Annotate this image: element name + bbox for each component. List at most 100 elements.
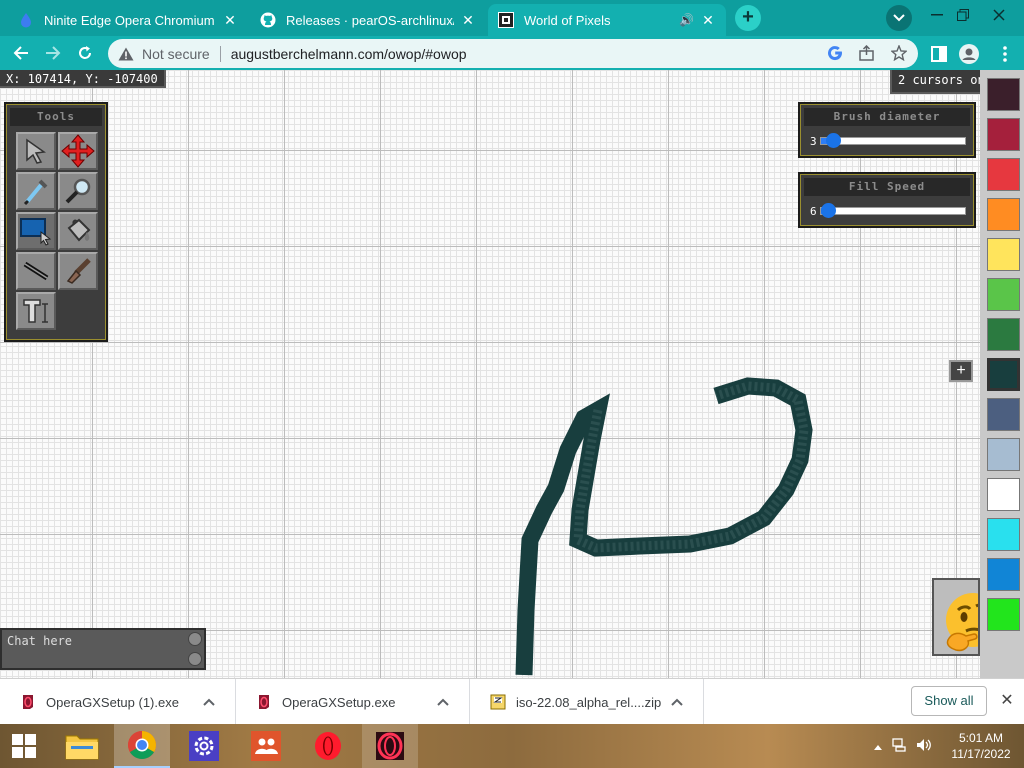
- text-tool-icon: [23, 299, 48, 323]
- close-download-bar-button[interactable]: ✕: [998, 692, 1016, 710]
- slider-knob[interactable]: [826, 133, 841, 148]
- palette-swatch[interactable]: [987, 518, 1020, 551]
- clock-date: 11/17/2022: [951, 747, 1011, 761]
- network-icon[interactable]: [892, 737, 908, 755]
- tab-world-of-pixels[interactable]: World of Pixels 🔊 ✕: [488, 4, 726, 36]
- settings-icon: [189, 731, 219, 761]
- tab-releases[interactable]: Releases · pearOS-archlinux/iso ✕: [250, 4, 486, 36]
- chat-input[interactable]: [4, 632, 184, 668]
- line-tool-icon: [23, 261, 49, 281]
- profile-button[interactable]: [958, 43, 980, 65]
- palette-swatch[interactable]: [987, 158, 1020, 191]
- speaker-icon[interactable]: 🔊: [679, 13, 694, 27]
- tab-ninite[interactable]: Ninite Edge Opera Chromium Ur ✕: [8, 4, 248, 36]
- close-icon: [993, 9, 1005, 21]
- slider-knob[interactable]: [821, 203, 836, 218]
- brush-diameter-slider[interactable]: [820, 133, 966, 148]
- bookmark-star-icon[interactable]: [890, 44, 908, 62]
- close-icon[interactable]: ✕: [222, 12, 238, 29]
- taskbar-chrome[interactable]: [114, 724, 170, 768]
- add-color-button[interactable]: +: [949, 360, 973, 382]
- taskbar-clock[interactable]: 5:01 AM 11/17/2022: [948, 730, 1014, 762]
- new-tab-button[interactable]: +: [735, 5, 761, 31]
- chevron-up-icon[interactable]: [667, 698, 687, 706]
- palette-swatch[interactable]: [987, 118, 1020, 151]
- download-item[interactable]: OperaGXSetup (1).exe: [0, 679, 236, 725]
- opera-gx-icon: [20, 694, 36, 710]
- taskbar-people[interactable]: [238, 724, 294, 768]
- back-button[interactable]: [8, 41, 34, 65]
- tools-grid: [16, 132, 100, 330]
- palette-swatch[interactable]: [987, 358, 1020, 391]
- windows-logo-icon: [12, 734, 36, 758]
- clock-time: 5:01 AM: [958, 731, 1004, 745]
- chat-toggle-button[interactable]: [188, 652, 202, 666]
- warning-icon[interactable]: [118, 46, 134, 62]
- tool-pipette[interactable]: [16, 172, 56, 210]
- menu-button[interactable]: [994, 43, 1016, 65]
- pixel-canvas[interactable]: X: 107414, Y: -107400 2 cursors online T…: [0, 70, 1024, 678]
- chevron-up-icon[interactable]: [199, 698, 219, 706]
- taskbar-file-explorer[interactable]: [54, 724, 110, 768]
- address-bar[interactable]: Not secure augustberchelmann.com/owop/#o…: [108, 39, 918, 68]
- brush-diameter-title: Brush diameter: [804, 108, 970, 126]
- start-button[interactable]: [0, 724, 48, 768]
- tool-eraser[interactable]: [58, 252, 98, 290]
- arrow-left-icon: [13, 46, 28, 60]
- close-icon[interactable]: ✕: [700, 12, 716, 29]
- chevron-up-icon[interactable]: [874, 739, 882, 753]
- taskbar-settings[interactable]: [176, 724, 232, 768]
- cursor-icon: [26, 138, 47, 164]
- cursor-count: 2 cursors online: [890, 70, 990, 94]
- tool-text[interactable]: [16, 292, 56, 330]
- chat-toggle-button[interactable]: [188, 632, 202, 646]
- palette-swatch[interactable]: [987, 238, 1020, 271]
- coordinates-display: X: 107414, Y: -107400: [0, 70, 166, 88]
- palette-swatch[interactable]: [987, 438, 1020, 471]
- tool-move[interactable]: [58, 132, 98, 170]
- color-palette: [980, 70, 1024, 678]
- palette-swatch[interactable]: [987, 398, 1020, 431]
- palette-swatch[interactable]: [987, 318, 1020, 351]
- palette-swatch[interactable]: [987, 478, 1020, 511]
- chevron-up-icon[interactable]: [433, 698, 453, 706]
- share-icon[interactable]: [858, 44, 876, 62]
- tool-area-select[interactable]: [16, 212, 56, 250]
- omnibox-actions: [826, 44, 908, 62]
- tools-title: Tools: [10, 108, 102, 126]
- download-item[interactable]: iso-22.08_alpha_rel....zip: [470, 679, 704, 725]
- forward-button[interactable]: [40, 41, 66, 65]
- palette-swatch[interactable]: [987, 558, 1020, 591]
- opera-gx-icon: [376, 732, 404, 760]
- side-panel-button[interactable]: [928, 43, 950, 65]
- close-icon[interactable]: ✕: [460, 12, 476, 29]
- fill-speed-title: Fill Speed: [804, 178, 970, 196]
- url-text[interactable]: augustberchelmann.com/owop/#owop: [231, 46, 467, 62]
- security-label[interactable]: Not secure: [142, 46, 210, 62]
- drawing-layer: [515, 377, 813, 676]
- download-name: OperaGXSetup.exe: [282, 694, 396, 710]
- close-window-button[interactable]: [976, 0, 1022, 30]
- tool-cursor[interactable]: [16, 132, 56, 170]
- tool-fill[interactable]: [58, 212, 98, 250]
- palette-swatch[interactable]: [987, 598, 1020, 631]
- palette-swatch[interactable]: [987, 198, 1020, 231]
- brush-diameter-row: 3: [810, 133, 966, 148]
- tool-zoom[interactable]: [58, 172, 98, 210]
- restore-icon: [957, 9, 969, 21]
- fill-speed-slider[interactable]: [820, 203, 966, 218]
- taskbar-opera-gx[interactable]: [362, 724, 418, 768]
- tool-line[interactable]: [16, 252, 56, 290]
- reload-button[interactable]: [72, 41, 98, 65]
- volume-icon[interactable]: [916, 738, 932, 755]
- chrome-icon: [128, 731, 156, 759]
- palette-swatch[interactable]: [987, 278, 1020, 311]
- google-lens-icon[interactable]: [826, 44, 844, 62]
- show-all-button[interactable]: Show all: [911, 686, 987, 716]
- tab-search-button[interactable]: [886, 5, 912, 31]
- download-item[interactable]: OperaGXSetup.exe: [236, 679, 470, 725]
- taskbar-opera[interactable]: [300, 724, 356, 768]
- fill-speed-value: 6: [810, 204, 817, 218]
- palette-swatch[interactable]: [987, 78, 1020, 111]
- brush-diameter-panel: Brush diameter 3: [798, 102, 976, 158]
